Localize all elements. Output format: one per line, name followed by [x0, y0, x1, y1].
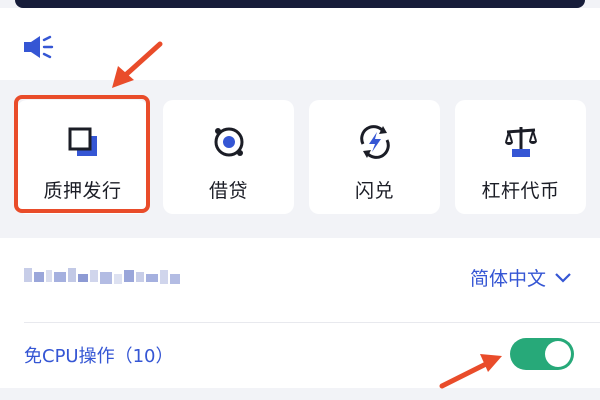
feature-label: 闪兑 [354, 180, 394, 202]
divider [24, 322, 600, 323]
masked-account-text [24, 268, 180, 284]
announcement-bar [0, 8, 600, 80]
annotation-arrow-icon [112, 41, 163, 88]
flash-swap-icon [359, 125, 390, 159]
feature-card-lending[interactable]: 借贷 [163, 100, 294, 214]
feature-card-leverage-token[interactable]: 杠杆代币 [455, 100, 586, 214]
lending-icon [214, 127, 243, 157]
language-selector[interactable]: 简体中文 [470, 264, 572, 291]
annotation-arrow-icon [439, 354, 502, 389]
language-value: 简体中文 [469, 268, 546, 290]
feature-card-flash-swap[interactable]: 闪兑 [309, 100, 440, 214]
annotation-highlight-box [14, 95, 150, 213]
cpu-free-toggle[interactable] [510, 338, 574, 370]
cpu-free-label: 免CPU操作（10） [24, 346, 174, 367]
speaker-icon[interactable] [22, 34, 54, 60]
leverage-token-icon [504, 127, 537, 157]
feature-label: 杠杆代币 [481, 180, 560, 202]
top-banner [15, 0, 585, 8]
chevron-down-icon [555, 272, 571, 283]
feature-label: 借贷 [208, 180, 248, 202]
toggle-knob [545, 341, 571, 367]
